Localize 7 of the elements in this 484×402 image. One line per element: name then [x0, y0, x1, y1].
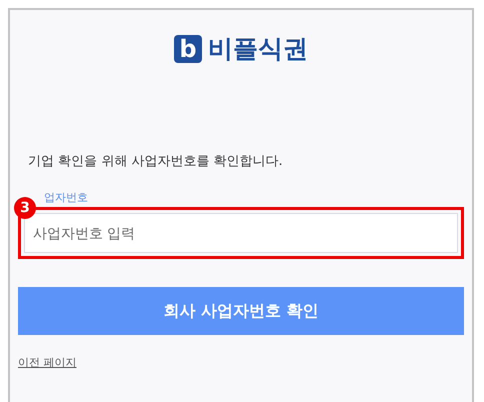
logo-text: 비플식권: [208, 34, 308, 64]
instruction-text: 기업 확인을 위해 사업자번호를 확인합니다.: [28, 153, 284, 171]
logo-icon: b: [174, 35, 202, 63]
back-link[interactable]: 이전 페이지: [18, 355, 76, 370]
business-number-field[interactable]: 사업자번호 입력: [24, 213, 458, 253]
field-label: 업자번호: [44, 191, 89, 205]
step-badge: 3: [14, 197, 36, 219]
